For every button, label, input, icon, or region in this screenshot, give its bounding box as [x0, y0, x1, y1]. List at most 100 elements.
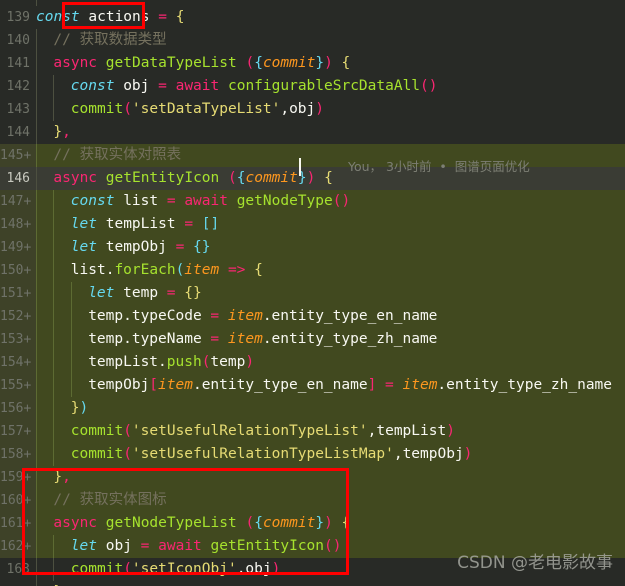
code-text[interactable]: list.forEach(item => { — [71, 259, 263, 282]
line-number[interactable]: 164 — [0, 581, 33, 586]
code-line[interactable]: 155+ tempObj[item.entity_type_en_name] = … — [0, 374, 625, 397]
code-line[interactable]: 158+ commit('setUsefulRelationTypeListMap… — [0, 443, 625, 466]
code-text[interactable]: async getNodeTypeList ({commit}) { — [53, 512, 350, 535]
code-text[interactable]: tempList.push(temp) — [88, 351, 254, 374]
code-line[interactable]: 152+ temp.typeCode = item.entity_type_en_… — [0, 305, 625, 328]
code-token: let — [88, 285, 115, 301]
line-number[interactable]: 161+ — [0, 512, 33, 535]
code-text[interactable]: commit('setUsefulRelationTypeList',tempL… — [71, 420, 455, 443]
line-number[interactable]: 143 — [0, 98, 33, 121]
code-token: temp — [88, 331, 124, 347]
line-number[interactable]: 141 — [0, 52, 33, 75]
code-editor[interactable]: 139 const actions = {140 // 获取数据类型 141 async… — [0, 0, 625, 586]
line-number[interactable]: 154+ — [0, 351, 33, 374]
code-token: getEntityIcon — [210, 538, 325, 554]
code-token: actions — [88, 9, 150, 25]
line-number[interactable]: 152+ — [0, 305, 33, 328]
code-text[interactable]: const obj = await configurableSrcDataAll… — [71, 75, 438, 98]
code-line[interactable]: 146 async getEntityIcon ({commit}) { — [0, 167, 625, 190]
code-text[interactable]: tempObj[item.entity_type_en_name] = item… — [88, 374, 612, 397]
code-text[interactable]: const list = await getNodeType() — [71, 190, 350, 213]
line-number[interactable]: 157+ — [0, 420, 33, 443]
code-token: commit — [70, 101, 124, 117]
code-line[interactable]: 164}, — [0, 581, 625, 586]
code-token: , — [280, 101, 290, 117]
code-line[interactable]: 156+}) — [0, 397, 625, 420]
code-line[interactable]: 160+ // 获取实体图标 — [0, 489, 625, 512]
line-number[interactable]: 146 — [0, 167, 33, 190]
git-blame-annotation[interactable]: You， 3小时前 • 图谱页面优化 — [348, 155, 530, 178]
line-number[interactable]: 163 — [0, 558, 33, 581]
code-token: , — [62, 124, 71, 140]
code-text[interactable]: // 获取实体对照表 — [53, 144, 181, 167]
line-number[interactable]: 142 — [0, 75, 33, 98]
code-line[interactable]: 147+ const list = await getNodeType() — [0, 190, 625, 213]
code-text[interactable]: temp.typeCode = item.entity_type_en_name — [88, 305, 437, 328]
code-line[interactable]: 140 // 获取数据类型 — [0, 29, 625, 52]
code-line[interactable]: 157+ commit('setUsefulRelationTypeList',t… — [0, 420, 625, 443]
code-token: tempList — [376, 423, 447, 439]
code-token: . — [158, 354, 167, 370]
code-text[interactable]: }) — [71, 397, 88, 420]
code-text[interactable]: let obj = await getEntityIcon() — [71, 535, 342, 558]
indent-guide — [36, 581, 37, 586]
code-line[interactable]: 145+ // 获取实体对照表 — [0, 144, 625, 167]
code-line[interactable]: 150+ list.forEach(item => { — [0, 259, 625, 282]
line-number[interactable]: 147+ — [0, 190, 33, 213]
line-number[interactable]: 155+ — [0, 374, 33, 397]
code-line[interactable]: 141 async getDataTypeList ({commit}) { — [0, 52, 625, 75]
code-text[interactable]: }, — [53, 121, 70, 144]
line-number[interactable]: 153+ — [0, 328, 33, 351]
line-number[interactable]: 144 — [0, 121, 33, 144]
line-number[interactable]: 145+ — [0, 144, 33, 167]
code-text[interactable]: // 获取实体图标 — [53, 489, 166, 512]
line-number[interactable]: 139 — [0, 6, 33, 29]
code-text[interactable]: let tempList = [] — [71, 213, 219, 236]
code-text[interactable]: let tempObj = {} — [71, 236, 211, 259]
line-number[interactable]: 149+ — [0, 236, 33, 259]
line-number[interactable]: 148+ — [0, 213, 33, 236]
code-line[interactable]: 159+}, — [0, 466, 625, 489]
code-text[interactable]: async getEntityIcon ({commit}) { — [53, 167, 332, 190]
code-token: { — [324, 170, 333, 186]
code-text[interactable]: temp.typeName = item.entity_type_zh_name — [88, 328, 437, 351]
code-token: } — [315, 55, 325, 71]
code-line[interactable]: 143 commit('setDataTypeList',obj) — [0, 98, 625, 121]
code-line[interactable]: 153+ temp.typeName = item.entity_type_zh_… — [0, 328, 625, 351]
line-number[interactable]: 159+ — [0, 466, 33, 489]
code-line[interactable]: 149+ let tempObj = {} — [0, 236, 625, 259]
code-line[interactable]: 151+ let temp = {} — [0, 282, 625, 305]
code-text[interactable]: }, — [53, 581, 70, 586]
code-token: configurableSrcDataAll — [227, 78, 421, 94]
line-number[interactable]: 151+ — [0, 282, 33, 305]
code-line[interactable]: 144}, — [0, 121, 625, 144]
code-text[interactable]: const actions = { — [36, 6, 184, 29]
code-token: async — [53, 170, 98, 186]
code-token: typeCode — [131, 308, 202, 324]
line-number[interactable]: 140 — [0, 29, 33, 52]
code-line[interactable]: 154+ tempList.push(temp) — [0, 351, 625, 374]
code-token: { — [341, 515, 351, 531]
code-text[interactable]: commit('setUsefulRelationTypeListMap',te… — [71, 443, 473, 466]
code-line[interactable]: 148+ let tempList = [] — [0, 213, 625, 236]
code-token: = — [158, 78, 167, 94]
code-text[interactable]: }, — [53, 466, 70, 489]
code-text[interactable]: let temp = {} — [88, 282, 202, 305]
line-number[interactable]: 162+ — [0, 535, 33, 558]
line-number[interactable]: 156+ — [0, 397, 33, 420]
line-number[interactable]: 160+ — [0, 489, 33, 512]
code-line[interactable]: 139 const actions = { — [0, 6, 625, 29]
line-number[interactable]: 150+ — [0, 259, 33, 282]
code-line[interactable]: 161+ async getNodeTypeList ({commit}) { — [0, 512, 625, 535]
code-text[interactable]: commit('setIconObj',obj) — [71, 558, 281, 581]
indent-guide — [36, 443, 37, 466]
code-token: async — [53, 515, 98, 531]
code-text[interactable]: // 获取数据类型 — [53, 29, 166, 52]
code-line[interactable]: 142 const obj = await configurableSrcData… — [0, 75, 625, 98]
code-text[interactable]: async getDataTypeList ({commit}) { — [53, 52, 350, 75]
line-number[interactable]: 158+ — [0, 443, 33, 466]
code-text[interactable]: commit('setDataTypeList',obj) — [71, 98, 324, 121]
